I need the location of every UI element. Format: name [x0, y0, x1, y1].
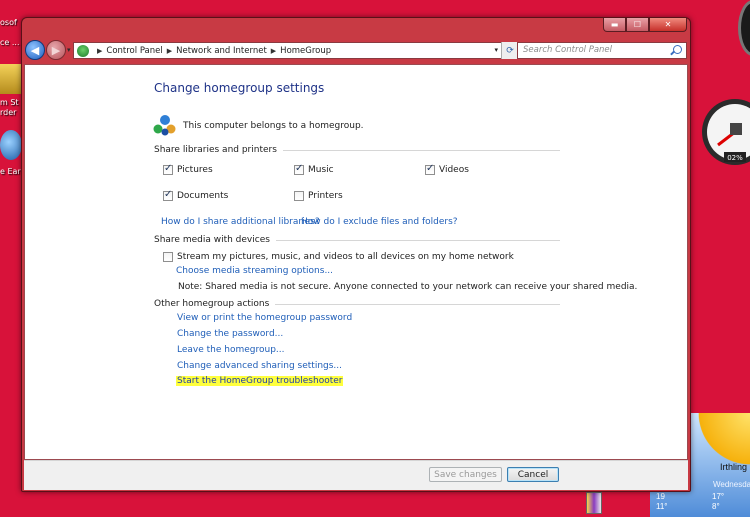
documents-checkbox[interactable]: Documents — [163, 189, 229, 201]
maximize-button[interactable]: ☐ — [626, 18, 649, 32]
weather-temperature: 17° 8° — [712, 492, 725, 511]
back-button[interactable]: ◀ — [25, 40, 45, 60]
checkbox-icon[interactable] — [163, 252, 173, 262]
breadcrumb-network-and-internet[interactable]: Network and Internet — [176, 46, 267, 56]
checkbox-label: Videos — [439, 165, 469, 175]
breadcrumb-control-panel[interactable]: Control Panel — [106, 46, 162, 56]
checkbox-icon[interactable] — [163, 189, 173, 201]
view-password-link[interactable]: View or print the homegroup password — [177, 313, 352, 323]
forward-button[interactable]: ▶ — [46, 40, 66, 60]
section-share-libraries: Share libraries and printers — [154, 145, 560, 155]
music-checkbox[interactable]: Music — [294, 163, 334, 175]
section-other-actions: Other homegroup actions — [154, 299, 560, 309]
close-button[interactable]: ✕ — [649, 18, 687, 32]
window-controls: ▬ ☐ ✕ — [603, 18, 687, 32]
divider — [275, 239, 560, 241]
homegroup-icon — [153, 115, 176, 136]
search-input[interactable]: Search Control Panel — [517, 42, 687, 59]
divider — [282, 149, 560, 151]
media-streaming-options-link[interactable]: Choose media streaming options... — [176, 266, 333, 276]
address-bar[interactable]: ▶ Control Panel ▶ Network and Internet ▶… — [73, 42, 519, 59]
arrow-right-icon: ▶ — [51, 43, 61, 57]
refresh-icon[interactable]: ⟳ — [501, 42, 518, 59]
checkbox-label: Printers — [308, 191, 343, 201]
page-title: Change homegroup settings — [154, 81, 325, 95]
weather-day: Wednesda — [713, 480, 750, 489]
gauge-readout: 02% — [727, 154, 743, 162]
divider — [275, 303, 560, 305]
cpu-meter-gadget: 02% — [702, 99, 750, 165]
clock-gadget-icon — [738, 0, 750, 56]
section-heading: Share libraries and printers — [154, 145, 277, 155]
checkbox-icon[interactable] — [294, 163, 304, 175]
videos-checkbox[interactable]: Videos — [425, 163, 469, 175]
printers-checkbox[interactable]: Printers — [294, 191, 343, 201]
action-bar: Save changes Cancel — [24, 460, 688, 490]
section-heading: Other homegroup actions — [154, 299, 270, 309]
homegroup-settings-panel: Change homegroup settings This computer … — [24, 64, 688, 460]
search-placeholder: Search Control Panel — [523, 45, 613, 55]
chevron-right-icon[interactable]: ▶ — [271, 47, 276, 55]
address-dropdown-icon[interactable]: ▾ — [494, 46, 498, 54]
search-icon[interactable] — [673, 45, 682, 54]
pictures-checkbox[interactable]: Pictures — [163, 163, 213, 175]
google-earth-icon[interactable] — [0, 130, 22, 160]
desktop-icon-label[interactable]: ce ... — [0, 38, 20, 48]
chevron-right-icon[interactable]: ▶ — [167, 47, 172, 55]
checkbox-icon[interactable] — [425, 163, 435, 175]
section-heading: Share media with devices — [154, 235, 270, 245]
advanced-sharing-link[interactable]: Change advanced sharing settings... — [177, 361, 342, 371]
desktop-icon-label[interactable]: osof — [0, 18, 17, 28]
stream-media-checkbox[interactable]: Stream my pictures, music, and videos to… — [163, 252, 514, 262]
troubleshooter-link[interactable]: Start the HomeGroup troubleshooter — [176, 376, 344, 386]
cancel-button[interactable]: Cancel — [507, 467, 559, 482]
recent-pages-dropdown[interactable]: ▾ — [67, 46, 71, 54]
troubleshooter-link-text[interactable]: Start the HomeGroup troubleshooter — [176, 376, 344, 386]
homegroup-status: This computer belongs to a homegroup. — [183, 121, 364, 131]
arrow-left-icon: ◀ — [30, 43, 40, 57]
checkbox-label: Documents — [177, 191, 229, 201]
weather-city: Irthling — [720, 462, 748, 472]
chevron-right-icon[interactable]: ▶ — [97, 47, 102, 55]
desktop-icon-label[interactable]: m St — [0, 98, 19, 108]
checkbox-label: Stream my pictures, music, and videos to… — [177, 252, 514, 262]
leave-homegroup-link[interactable]: Leave the homegroup... — [177, 345, 285, 355]
section-share-media: Share media with devices — [154, 235, 560, 245]
checkbox-icon[interactable] — [294, 191, 304, 201]
minimize-button[interactable]: ▬ — [603, 18, 626, 32]
exclude-files-help-link[interactable]: How do I exclude files and folders? — [301, 217, 458, 227]
folder-icon[interactable] — [0, 64, 22, 94]
share-libraries-help-link[interactable]: How do I share additional libraries? — [161, 217, 320, 227]
taskbar-app-icon[interactable] — [586, 492, 602, 514]
change-password-link[interactable]: Change the password... — [177, 329, 283, 339]
control-panel-icon — [77, 44, 89, 57]
checkbox-label: Pictures — [177, 165, 213, 175]
desktop-icon-label[interactable]: rder — [0, 108, 16, 118]
weather-forecast: 19 11° — [656, 492, 668, 511]
desktop-icon-label[interactable]: e Ear — [0, 167, 21, 177]
breadcrumb-homegroup[interactable]: HomeGroup — [280, 46, 331, 56]
checkbox-icon[interactable] — [163, 163, 173, 175]
checkbox-label: Music — [308, 165, 334, 175]
control-panel-window: ▬ ☐ ✕ ◀ ▶ ▾ ▶ Control Panel ▶ Network an… — [21, 17, 691, 492]
security-note: Note: Shared media is not secure. Anyone… — [178, 282, 638, 292]
save-changes-button[interactable]: Save changes — [429, 467, 502, 482]
